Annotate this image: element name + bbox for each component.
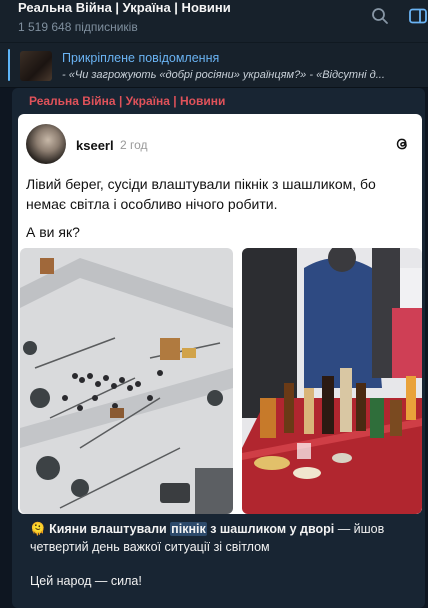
message-caption: 🫠 Кияни влаштували пікнік з шашликом у д… <box>30 520 420 556</box>
threads-logo-icon[interactable] <box>394 136 410 157</box>
pinned-accent-line <box>8 49 10 81</box>
channel-title[interactable]: Реальна Війна | Україна | Новини <box>18 0 231 15</box>
threads-embed-card[interactable]: kseerl 2 год Лівий берег, сусіди влаштув… <box>18 114 422 514</box>
caption-bold-1: Кияни влаштували <box>49 522 171 536</box>
message-bubble[interactable]: Реальна Війна | Україна | Новини kseerl … <box>12 88 425 608</box>
message-author[interactable]: Реальна Війна | Україна | Новини <box>29 94 225 108</box>
courtyard-aerial-photo[interactable] <box>20 248 233 514</box>
pinned-message-bar[interactable]: Прикріплене повідомлення - «Чи загрожуют… <box>0 43 428 88</box>
pinned-preview-text: - «Чи загрожують «добрі росіяни» українц… <box>62 69 385 81</box>
caption-highlight: пікнік <box>170 522 207 536</box>
channel-header[interactable]: Реальна Війна | Україна | Новини 1 519 6… <box>0 0 428 43</box>
search-icon[interactable] <box>370 6 390 31</box>
avatar[interactable] <box>26 124 66 164</box>
embed-post-question: А ви як? <box>26 224 80 240</box>
picnic-table-photo[interactable] <box>242 248 422 514</box>
caption-bold-2: з шашликом у дворі <box>206 522 335 536</box>
melting-face-emoji: 🫠 <box>30 522 46 536</box>
pinned-thumbnail <box>20 51 52 81</box>
embed-time: 2 год <box>120 138 148 152</box>
caption-line-2: Цей народ — сила! <box>30 574 142 588</box>
sidebar-toggle-icon[interactable] <box>408 6 428 31</box>
embed-username[interactable]: kseerl <box>76 138 114 153</box>
embed-post-text: Лівий берег, сусіди влаштували пікнік з … <box>26 176 376 212</box>
pinned-title: Прикріплене повідомлення <box>62 51 220 65</box>
subscriber-count: 1 519 648 підписників <box>18 20 138 34</box>
